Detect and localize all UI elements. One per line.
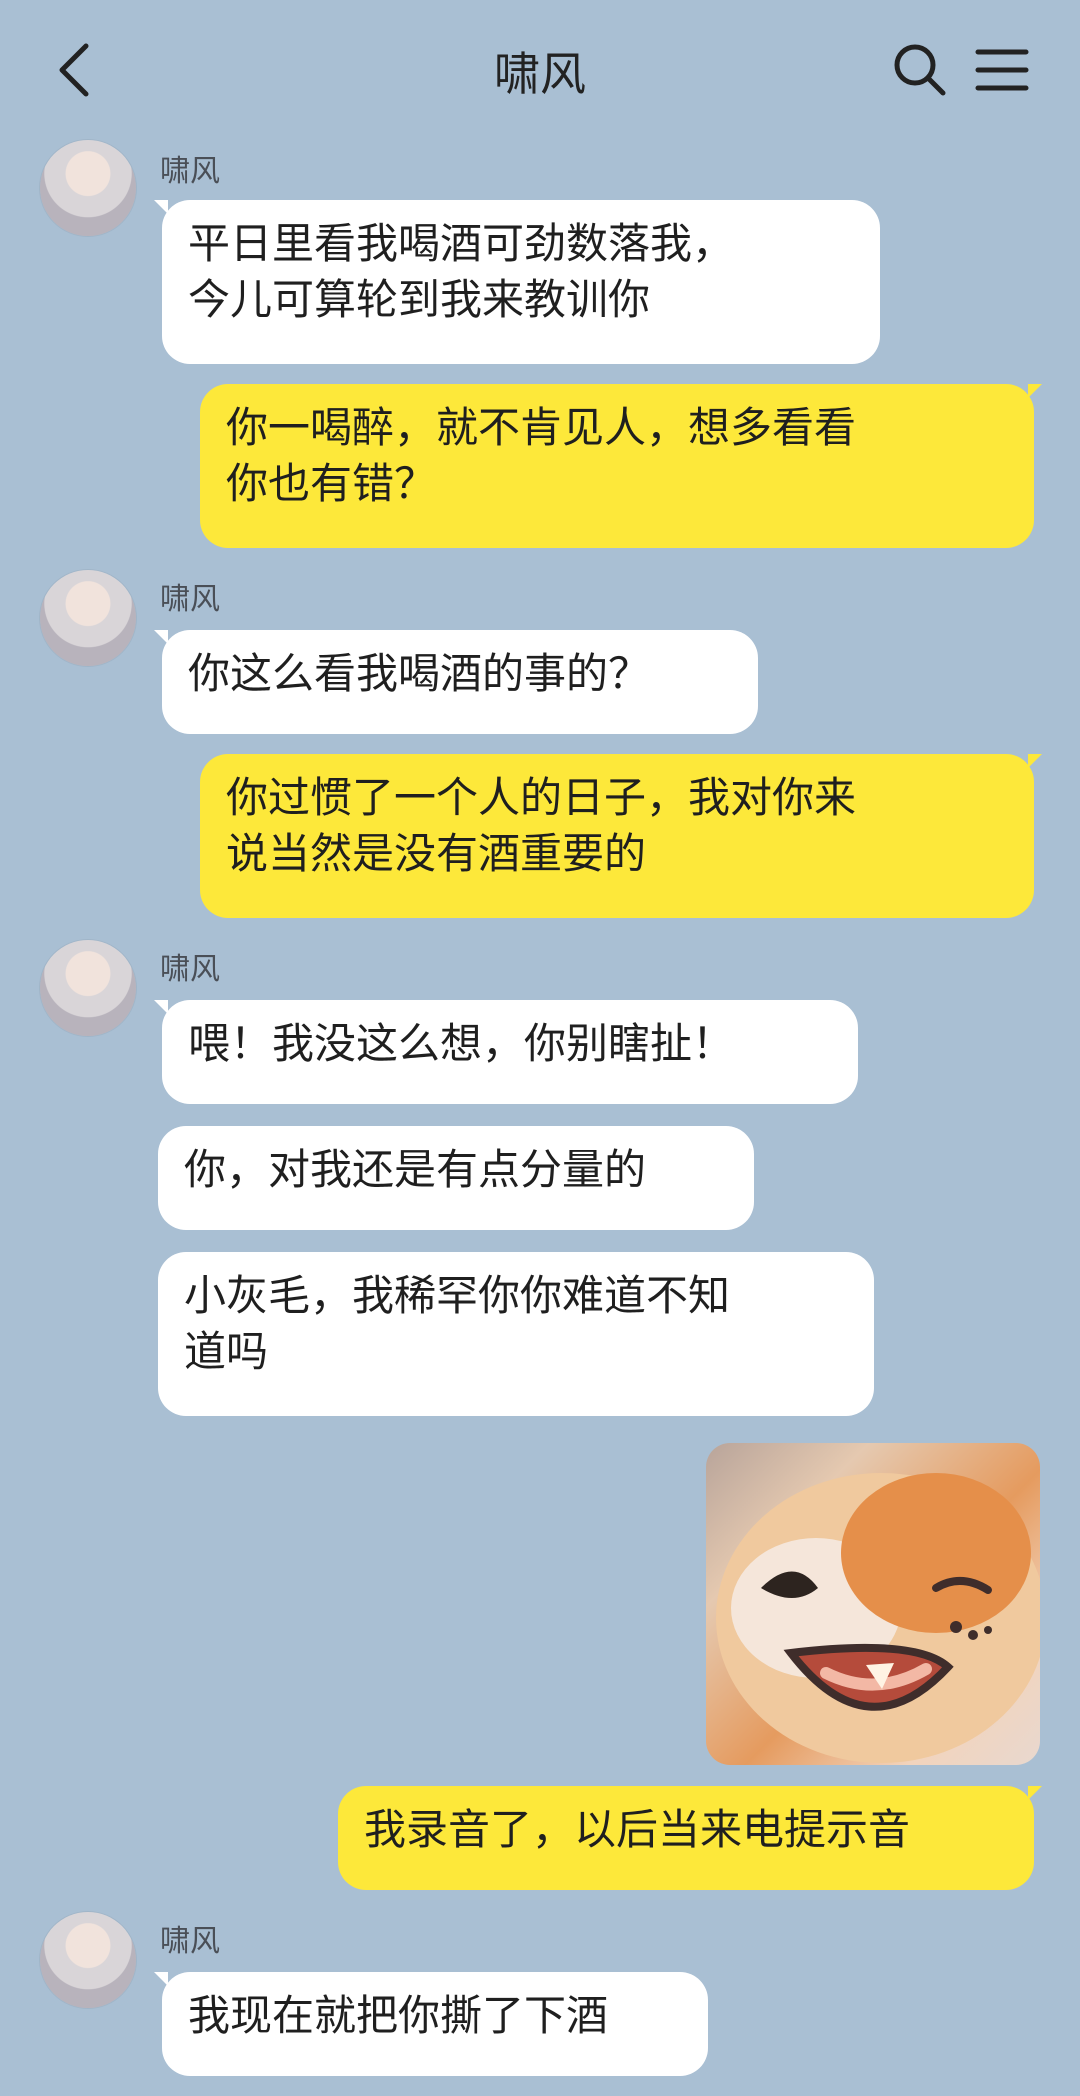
avatar[interactable] <box>40 940 136 1036</box>
message-bubble[interactable]: 平日里看我喝酒可劲数落我， 今儿可算轮到我来教训你 <box>154 200 880 364</box>
menu-icon[interactable] <box>974 46 1030 94</box>
dog-image <box>716 1473 1040 1763</box>
avatar[interactable] <box>40 140 136 236</box>
message-bubble[interactable]: 小灰毛，我稀罕你你难道不知 道吗 <box>158 1252 874 1416</box>
message-bubble[interactable]: 你一喝醉，就不肯见人，想多看看 你也有错？ <box>200 384 1042 548</box>
message-bubble[interactable]: 我现在就把你撕了下酒 <box>154 1972 708 2076</box>
top-bar: 啸风 <box>0 0 1080 140</box>
message-bubble[interactable]: 喂！我没这么想，你别瞎扯！ <box>154 1000 858 1104</box>
search-icon[interactable] <box>890 40 950 100</box>
avatar[interactable] <box>40 1912 136 2008</box>
sender-name: 啸风 <box>160 582 220 617</box>
sender-name: 啸风 <box>160 154 220 189</box>
message-bubble[interactable]: 你，对我还是有点分量的 <box>158 1126 754 1230</box>
sender-name: 啸风 <box>160 952 220 987</box>
message-bubble[interactable]: 我录音了，以后当来电提示音 <box>338 1786 1042 1890</box>
message-bubble[interactable]: 你过惯了一个人的日子，我对你来 说当然是没有酒重要的 <box>200 754 1042 918</box>
sender-name: 啸风 <box>160 1924 220 1959</box>
smiling-dog-sticker[interactable] <box>706 1443 1040 1765</box>
avatar[interactable] <box>40 570 136 666</box>
message-bubble[interactable]: 你这么看我喝酒的事的？ <box>154 630 758 734</box>
